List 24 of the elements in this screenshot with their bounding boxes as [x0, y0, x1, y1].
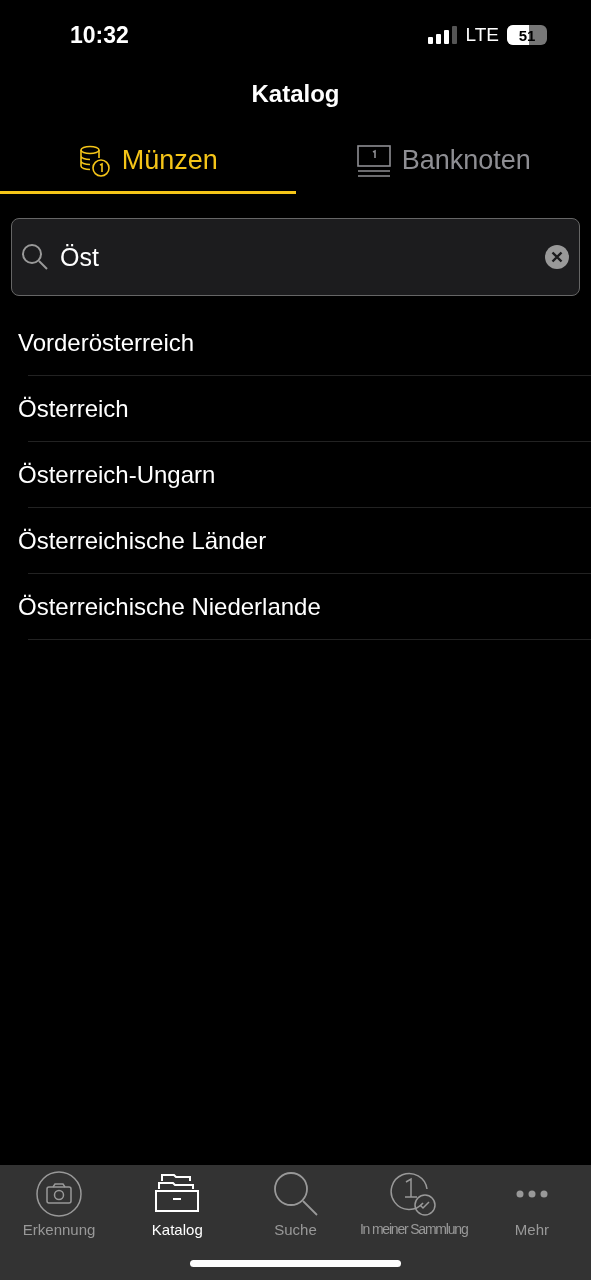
battery-icon: 51 [507, 25, 547, 45]
tab-bar-item[interactable]: Suche [236, 1169, 355, 1238]
search-field[interactable]: Öst [11, 218, 580, 296]
list-item[interactable]: Vorderösterreich [18, 328, 195, 357]
signal-icon [427, 26, 458, 44]
banknote-icon [355, 143, 392, 178]
clock: 10:32 [70, 21, 129, 49]
coins-icon [77, 143, 112, 178]
list-item[interactable]: Österreich-Ungarn [18, 460, 216, 489]
list-item[interactable]: Österreichische Niederlande [18, 592, 321, 621]
network-label: LTE [465, 24, 499, 46]
tab-bar-item[interactable]: Erkennung [0, 1169, 119, 1238]
segment-tab[interactable]: Münzen [0, 130, 296, 194]
tab-bar-item[interactable]: In meiner Sammlung [354, 1169, 473, 1238]
tab-bar-item[interactable]: Mehr [472, 1169, 591, 1238]
list-item[interactable]: Österreich [18, 394, 129, 423]
list-item[interactable]: Österreichische Länder [18, 526, 267, 555]
more-icon [515, 1190, 548, 1198]
search-icon [21, 243, 49, 271]
camera-icon [34, 1169, 85, 1219]
clear-icon[interactable] [544, 244, 570, 270]
page-title: Katalog [250, 80, 341, 108]
tab-bar-item[interactable]: Katalog [118, 1169, 237, 1238]
segment-tab[interactable]: Banknoten [295, 130, 591, 194]
